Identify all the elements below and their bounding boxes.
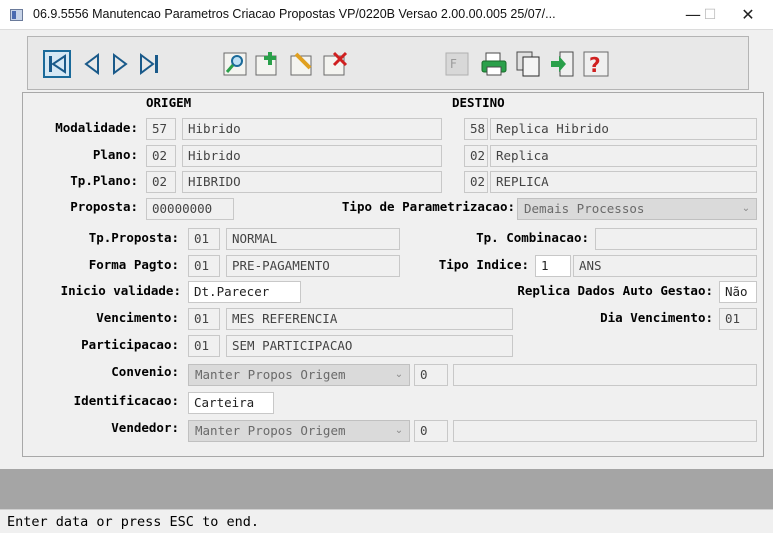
tipo-indice-desc: ANS — [573, 255, 757, 277]
print-icon — [481, 52, 507, 76]
edit-button[interactable] — [288, 50, 316, 78]
delete-button[interactable] — [321, 50, 349, 78]
status-bar: Enter data or press ESC to end. — [0, 509, 773, 533]
vendedor-code[interactable]: 0 — [414, 420, 448, 442]
forma-pagto-code[interactable]: 01 — [188, 255, 220, 277]
status-message: Enter data or press ESC to end. — [7, 514, 259, 530]
plano-label: Plano: — [92, 147, 138, 162]
forma-pagto-label: Forma Pagto: — [88, 257, 179, 272]
tp-combinacao-label: Tp. Combinacao: — [476, 230, 589, 245]
copy-button[interactable] — [515, 50, 543, 78]
inicio-validade-label: Inicio validade: — [60, 283, 181, 298]
participacao-desc: SEM PARTICIPACAO — [226, 335, 513, 357]
plano-destino-code[interactable]: 02 — [464, 145, 488, 167]
search-icon — [223, 52, 247, 76]
modalidade-destino-code[interactable]: 58 — [464, 118, 488, 140]
inicio-validade-field[interactable]: Dt.Parecer — [188, 281, 301, 303]
tipo-indice-code[interactable]: 1 — [535, 255, 571, 277]
print-button[interactable] — [480, 50, 508, 78]
vencimento-label: Vencimento: — [96, 310, 179, 325]
identificacao-label: Identificacao: — [73, 393, 179, 408]
help-icon: ? — [583, 51, 609, 77]
vendedor-select-value: Manter Propos Origem — [195, 423, 346, 438]
plano-destino-desc: Replica — [490, 145, 757, 167]
copy-icon — [516, 51, 540, 77]
edit-icon — [290, 52, 312, 76]
toolbar: F ? — [27, 36, 749, 90]
tp-proposta-code[interactable]: 01 — [188, 228, 220, 250]
modalidade-label: Modalidade: — [55, 120, 138, 135]
window-title: 06.9.5556 Manutencao Parametros Criacao … — [33, 7, 556, 21]
convenio-select-value: Manter Propos Origem — [195, 367, 346, 382]
vencimento-desc: MES REFERENCIA — [226, 308, 513, 330]
help-button[interactable]: ? — [582, 50, 610, 78]
delete-icon — [323, 51, 348, 76]
tp-proposta-label: Tp.Proposta: — [88, 230, 179, 245]
svg-text:?: ? — [589, 53, 601, 77]
last-record-icon — [140, 53, 158, 75]
title-bar: 06.9.5556 Manutencao Parametros Criacao … — [0, 0, 773, 30]
exit-icon — [551, 51, 574, 77]
exit-button[interactable] — [548, 50, 576, 78]
tp-plano-destino-desc: REPLICA — [490, 171, 757, 193]
participacao-label: Participacao: — [81, 337, 179, 352]
tipo-indice-label: Tipo Indice: — [438, 257, 529, 272]
vencimento-code[interactable]: 01 — [188, 308, 220, 330]
parameters-form: ORIGEM DESTINO Modalidade: 57 Hibrido 58… — [22, 92, 764, 457]
next-record-button[interactable] — [106, 50, 134, 78]
plano-origem-desc: Hibrido — [182, 145, 442, 167]
tp-proposta-desc: NORMAL — [226, 228, 400, 250]
chevron-down-icon: ⌄ — [741, 203, 751, 214]
dia-vencimento-label: Dia Vencimento: — [600, 310, 713, 325]
convenio-label: Convenio: — [111, 364, 179, 379]
add-button[interactable] — [253, 50, 281, 78]
previous-record-button[interactable] — [78, 50, 106, 78]
convenio-desc — [453, 364, 757, 386]
vendedor-select[interactable]: Manter Propos Origem ⌄ — [188, 420, 410, 442]
plano-origem-code[interactable]: 02 — [146, 145, 176, 167]
previous-record-icon — [84, 53, 99, 75]
first-record-button[interactable] — [43, 50, 71, 78]
modalidade-origem-code[interactable]: 57 — [146, 118, 176, 140]
first-record-icon — [43, 50, 71, 78]
tipo-parametrizacao-select[interactable]: Demais Processos ⌄ — [517, 198, 757, 220]
replica-dados-label: Replica Dados Auto Gestao: — [517, 283, 713, 298]
chevron-down-icon: ⌄ — [394, 425, 404, 436]
app-window-icon — [10, 9, 23, 21]
tp-combinacao-field[interactable] — [595, 228, 757, 250]
vendedor-desc — [453, 420, 757, 442]
modalidade-origem-desc: Hibrido — [182, 118, 442, 140]
tp-plano-label: Tp.Plano: — [70, 173, 138, 188]
filter-button[interactable]: F — [443, 50, 471, 78]
convenio-select[interactable]: Manter Propos Origem ⌄ — [188, 364, 410, 386]
proposta-label: Proposta: — [70, 199, 138, 214]
proposta-field[interactable]: 00000000 — [146, 198, 234, 220]
participacao-code[interactable]: 01 — [188, 335, 220, 357]
left-edge-marks — [0, 100, 10, 460]
svg-text:F: F — [450, 57, 457, 71]
tp-plano-origem-desc: HIBRIDO — [182, 171, 442, 193]
replica-dados-field[interactable]: Não — [719, 281, 757, 303]
add-icon — [255, 52, 277, 76]
identificacao-field[interactable]: Carteira — [188, 392, 274, 414]
maximize-button[interactable]: ☐ — [693, 3, 727, 27]
tp-plano-destino-code[interactable]: 02 — [464, 171, 488, 193]
last-record-button[interactable] — [136, 50, 164, 78]
chevron-down-icon: ⌄ — [394, 369, 404, 380]
convenio-code[interactable]: 0 — [414, 364, 448, 386]
tipo-parametrizacao-value: Demais Processos — [524, 201, 645, 216]
filter-icon: F — [445, 52, 469, 76]
destino-header: DESTINO — [452, 95, 505, 110]
dia-vencimento-field[interactable]: 01 — [719, 308, 757, 330]
tipo-parametrizacao-label: Tipo de Parametrizacao: — [341, 199, 515, 214]
message-area — [0, 469, 773, 509]
origem-header: ORIGEM — [146, 95, 192, 110]
forma-pagto-desc: PRE-PAGAMENTO — [226, 255, 400, 277]
next-record-icon — [113, 53, 128, 75]
search-button[interactable] — [221, 50, 249, 78]
tp-plano-origem-code[interactable]: 02 — [146, 171, 176, 193]
close-button[interactable]: ✕ — [728, 3, 768, 27]
vendedor-label: Vendedor: — [111, 420, 179, 435]
modalidade-destino-desc: Replica Hibrido — [490, 118, 757, 140]
